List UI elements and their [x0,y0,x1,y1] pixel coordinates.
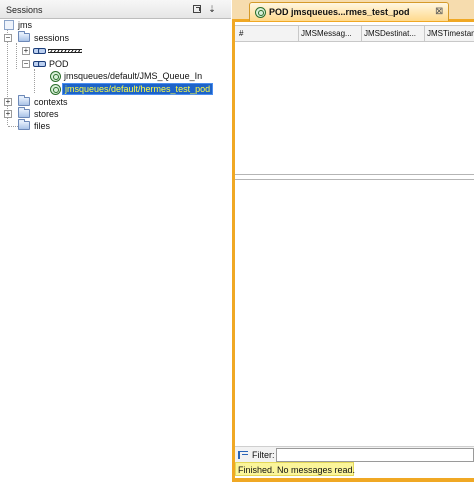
maximize-icon[interactable] [192,4,202,15]
tree-node-pod[interactable]: − POD [22,58,82,70]
expand-icon[interactable]: + [4,98,12,106]
tree-label-jms: jms [18,20,32,30]
tree-label-sessions: sessions [34,33,70,43]
tab-pod-queue[interactable]: POD jmsqueues...rmes_test_pod ⊠ [249,2,449,21]
session-icon [33,60,46,68]
tree-node-contexts[interactable]: + contexts [4,95,84,108]
sessions-title: Sessions [6,5,43,15]
tab-label: POD jmsqueues...rmes_test_pod [269,7,410,17]
tree-label-contexts: contexts [34,97,68,107]
tree-label-queue-selected: jmsqueues/default/hermes_test_pod [62,83,214,95]
collapse-icon[interactable]: − [22,60,30,68]
column-header[interactable]: JMSMessag... [299,26,362,41]
tree-label-pod: POD [49,59,69,69]
sessions-header: Sessions ⇣ [0,0,231,19]
column-header[interactable]: JMSDestinat... [362,26,425,41]
session-icon [33,47,46,55]
close-icon[interactable]: ⊠ [435,6,443,17]
expand-icon[interactable]: + [4,110,12,118]
filter-bar: Filter: [235,446,474,462]
sessions-tree: jms − sessions + − POD jmsqueues/default… [0,19,231,482]
tree-node-jms[interactable]: jms [4,19,64,31]
folder-icon [18,31,30,42]
status-bar: Finished. No messages read. [235,462,356,476]
filter-input[interactable] [276,448,474,462]
tree-guide-line [16,43,17,69]
status-text: Finished. No messages read. [238,465,356,475]
tree-node-session-redacted[interactable]: + [22,45,102,57]
column-header[interactable]: # [235,26,299,41]
expand-icon[interactable]: + [22,47,30,55]
tree-label-stores: stores [34,109,59,119]
message-detail-pane[interactable] [235,179,474,441]
column-header[interactable]: JMSTimestam [425,26,474,41]
folder-icon [18,107,30,118]
queue-icon [50,71,61,82]
tree-guide-line [34,69,35,93]
messages-content: # JMSMessag... JMSDestinat... JMSTimesta… [235,22,474,478]
tree-node-sessions[interactable]: − sessions [4,31,104,44]
tree-node-stores[interactable]: + stores [4,107,84,120]
filter-icon [238,450,250,460]
messages-panel: POD jmsqueues...rmes_test_pod ⊠ # JMSMes… [232,0,474,482]
tree-node-queue-in[interactable]: jmsqueues/default/JMS_Queue_In [50,70,203,82]
redaction-scribble [48,49,82,53]
queue-icon [255,7,266,18]
tree-node-queue-selected[interactable]: jmsqueues/default/hermes_test_pod [50,83,214,95]
tree-node-files[interactable]: files [4,119,84,132]
tree-label-files: files [34,121,51,131]
pin-icon[interactable]: ⇣ [207,4,217,15]
folder-icon [18,95,30,106]
queue-icon [50,84,61,95]
messages-table[interactable]: # JMSMessag... JMSDestinat... JMSTimesta… [235,22,474,175]
tree-label-queue-in: jmsqueues/default/JMS_Queue_In [64,71,203,81]
tree-guide-line [8,126,18,127]
tab-strip: POD jmsqueues...rmes_test_pod ⊠ [232,0,474,21]
filter-label: Filter: [252,450,275,460]
collapse-icon[interactable]: − [4,34,12,42]
sessions-panel: Sessions ⇣ jms − sessions + − POD jmsque… [0,0,231,482]
jms-root-icon [4,20,14,30]
table-header: # JMSMessag... JMSDestinat... JMSTimesta… [235,25,474,42]
folder-icon [18,119,30,130]
